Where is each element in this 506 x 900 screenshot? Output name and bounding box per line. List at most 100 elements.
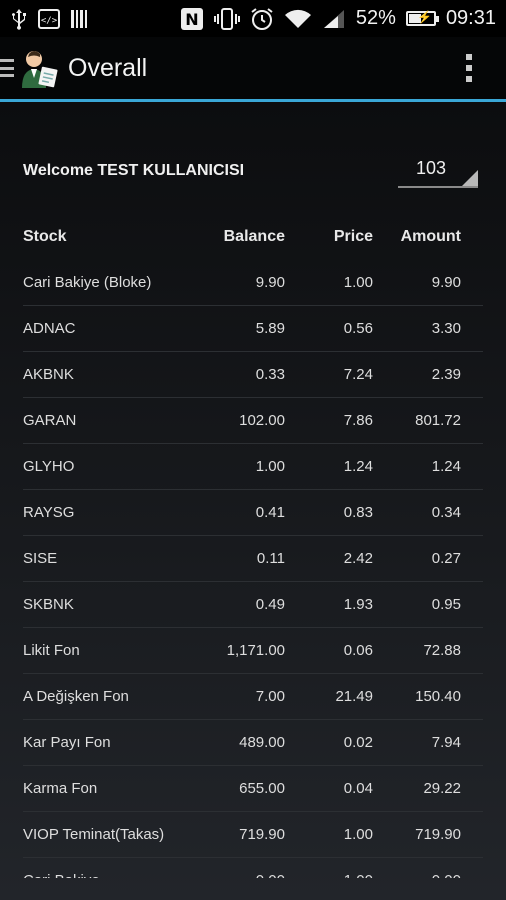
table-row[interactable]: AKBNK 0.33 7.24 2.39 (23, 352, 483, 398)
header-stock: Stock (23, 228, 67, 245)
table-row[interactable]: VIOP Teminat(Takas) 719.90 1.00 719.90 (23, 812, 483, 858)
table-row[interactable]: SISE 0.11 2.42 0.27 (23, 536, 483, 582)
usb-icon (10, 8, 28, 30)
charging-icon: ⚡ (416, 10, 432, 24)
cell-balance: 102.00 (239, 412, 285, 429)
cell-price: 7.24 (343, 366, 373, 383)
table-row[interactable]: ADNAC 5.89 0.56 3.30 (23, 306, 483, 352)
cell-stock: A Değişken Fon (23, 688, 129, 705)
cell-price: 1.93 (343, 596, 373, 613)
cell-amount: 72.88 (423, 642, 461, 659)
cell-price: 1.00 (344, 872, 373, 878)
cell-stock: ADNAC (23, 320, 76, 337)
table-row[interactable]: Likit Fon 1,171.00 0.06 72.88 (23, 628, 483, 674)
app-logo-icon[interactable] (20, 48, 60, 88)
cell-balance: 5.89 (255, 320, 285, 337)
cell-balance: 489.00 (239, 734, 285, 751)
cell-amount: 150.40 (415, 688, 461, 705)
action-bar: Overall (0, 37, 506, 99)
header-balance: Balance (223, 228, 285, 245)
header-amount: Amount (400, 228, 461, 245)
cell-price: 0.06 (343, 642, 373, 659)
overall-content: Welcome TEST KULLANICISI 103 Stock Balan… (0, 102, 506, 900)
overflow-menu-icon[interactable] (466, 54, 472, 82)
cell-price: 0.83 (343, 504, 373, 521)
cell-balance: 0.33 (255, 366, 285, 383)
cell-balance: 0.49 (255, 596, 285, 613)
cell-amount: 7.94 (431, 734, 461, 751)
cell-stock: SKBNK (23, 596, 74, 613)
svg-text:</>: </> (41, 16, 58, 26)
table-row[interactable]: Kar Payı Fon 489.00 0.02 7.94 (23, 720, 483, 766)
cell-balance: 7.00 (255, 688, 285, 705)
header-price: Price (333, 228, 373, 245)
cell-price: 0.04 (343, 780, 373, 797)
spinner-arrow-icon (462, 170, 478, 186)
table-row[interactable]: RAYSG 0.41 0.83 0.34 (23, 490, 483, 536)
cell-balance: 0.00 (256, 872, 285, 878)
cell-price: 0.02 (343, 734, 373, 751)
barcode-icon (70, 8, 90, 30)
cell-balance: 9.90 (255, 274, 285, 291)
cell-stock: RAYSG (23, 504, 75, 521)
nfc-icon: N (180, 7, 204, 31)
table-row[interactable]: Cari Bakiye (Bloke) 9.90 1.00 9.90 (23, 260, 483, 306)
drawer-menu-icon[interactable] (0, 59, 14, 77)
table-row[interactable]: SKBNK 0.49 1.93 0.95 (23, 582, 483, 628)
status-bar-right: N 52% ⚡ 09:31 (180, 7, 496, 31)
table-row[interactable]: Karma Fon 655.00 0.04 29.22 (23, 766, 483, 812)
table-row[interactable]: GARAN 102.00 7.86 801.72 (23, 398, 483, 444)
cell-stock: Cari Bakiye (Bloke) (23, 274, 152, 291)
cell-balance: 1,171.00 (226, 642, 285, 659)
svg-text:N: N (185, 10, 198, 29)
status-bar-left: </> (10, 8, 90, 30)
cell-balance: 0.41 (255, 504, 285, 521)
cell-amount: 2.39 (431, 366, 461, 383)
wifi-icon (284, 8, 312, 30)
cell-stock: SISE (23, 550, 58, 567)
cell-stock: GLYHO (23, 458, 75, 475)
welcome-text: Welcome TEST KULLANICISI (23, 162, 245, 179)
portfolio-table[interactable]: Cari Bakiye (Bloke) 9.90 1.00 9.90 ADNAC 5.89… (23, 260, 483, 878)
cell-price: 7.86 (343, 412, 373, 429)
account-selected-value: 103 (416, 158, 447, 178)
vibrate-icon (213, 7, 240, 31)
cell-stock: GARAN (23, 412, 77, 429)
cell-amount: 801.72 (415, 412, 461, 429)
cell-price: 21.49 (335, 688, 373, 705)
cell-amount: 0.95 (431, 596, 461, 613)
table-header: Stock Balance Price Amount (23, 228, 483, 250)
cell-stock: Kar Payı Fon (23, 734, 111, 751)
cell-price: 1.00 (343, 826, 373, 843)
cell-amount: 0.34 (431, 504, 461, 521)
cell-stock: Cari Bakiye (23, 872, 100, 878)
battery-icon: ⚡ (405, 10, 439, 26)
cell-stock: AKBNK (23, 366, 74, 383)
clock: 09:31 (445, 7, 496, 29)
cell-balance: 0.11 (256, 550, 285, 567)
cell-amount: 719.90 (415, 826, 461, 843)
account-spinner[interactable]: 103 (398, 150, 478, 188)
cell-stock: Karma Fon (23, 780, 98, 797)
cell-balance: 655.00 (239, 780, 285, 797)
cell-price: 1.24 (343, 458, 373, 475)
status-bar: </> N 52% ⚡ 09:31 (0, 0, 506, 37)
cell-price: 1.00 (343, 274, 373, 291)
table-row[interactable]: GLYHO 1.00 1.24 1.24 (23, 444, 483, 490)
cell-balance: 1.00 (255, 458, 285, 475)
cell-price: 2.42 (343, 550, 373, 567)
cell-amount: 29.22 (423, 780, 461, 797)
battery-percent: 52% (355, 7, 396, 29)
cell-amount: 9.90 (431, 274, 461, 291)
cell-price: 0.56 (343, 320, 373, 337)
cell-balance: 719.90 (239, 826, 285, 843)
table-row[interactable]: Cari Bakiye 0.00 1.00 0.00 (23, 858, 483, 878)
cell-stock: Likit Fon (23, 642, 80, 659)
page-title: Overall (68, 53, 148, 82)
signal-icon (322, 8, 346, 30)
cell-amount: 0.00 (432, 872, 461, 878)
cell-amount: 3.30 (431, 320, 461, 337)
cell-amount: 1.24 (431, 458, 461, 475)
table-row[interactable]: A Değişken Fon 7.00 21.49 150.40 (23, 674, 483, 720)
alarm-icon (250, 7, 274, 31)
